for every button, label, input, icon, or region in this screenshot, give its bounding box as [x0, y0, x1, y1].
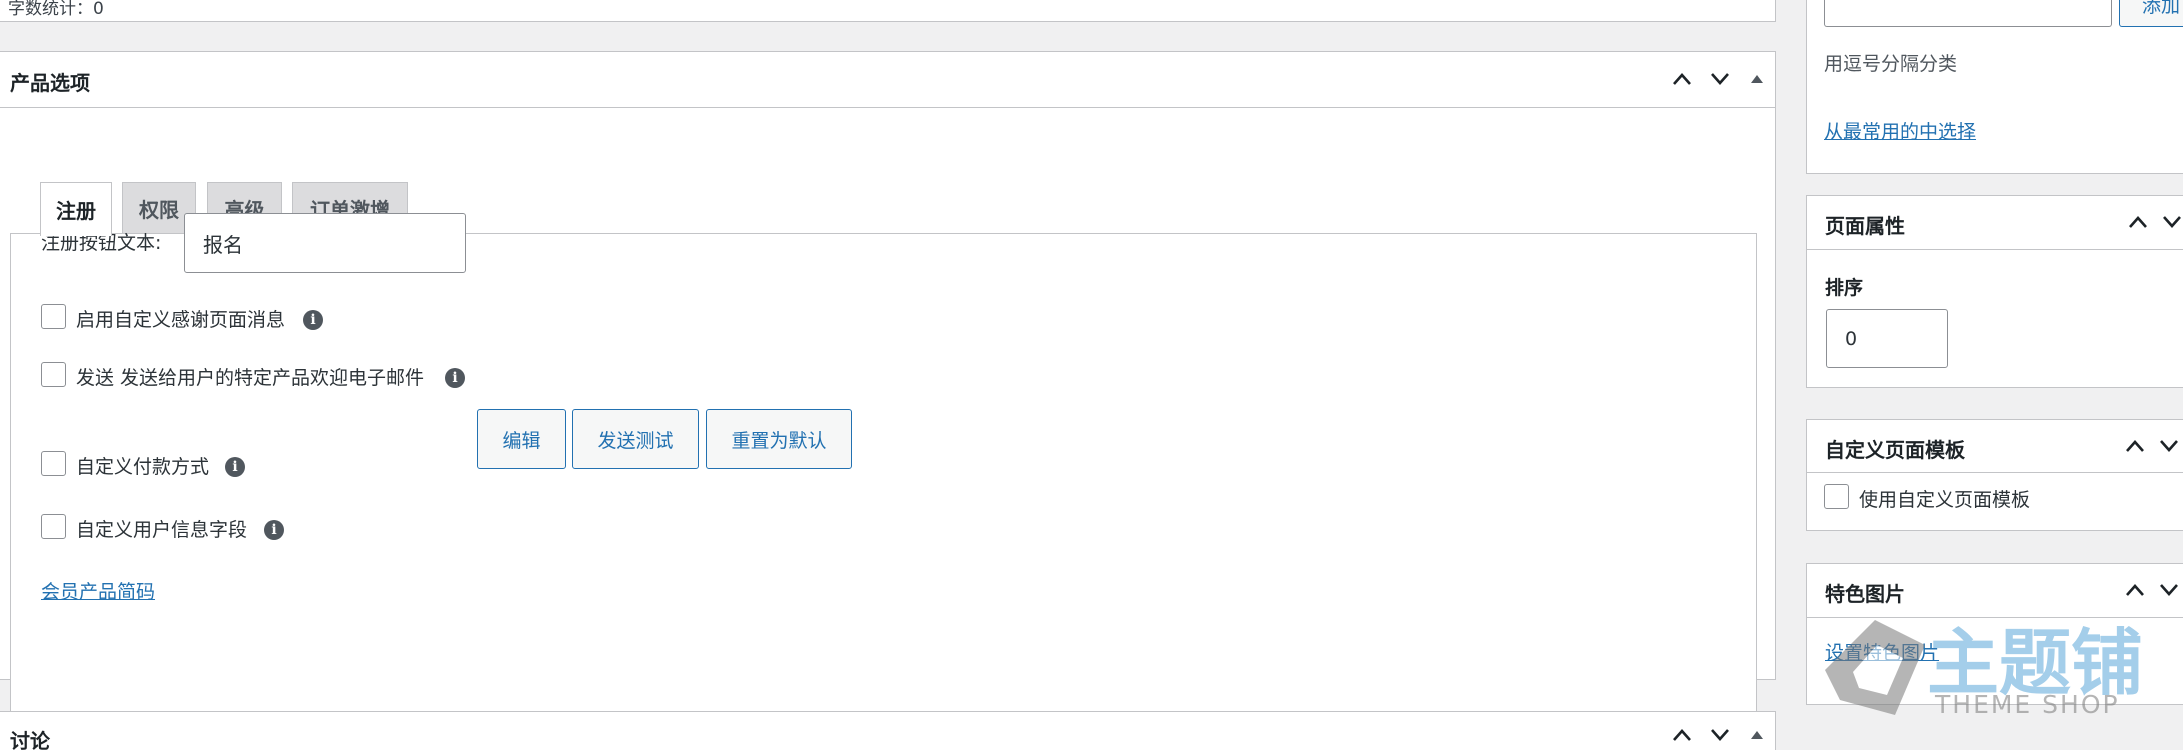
info-icon[interactable]: i: [264, 520, 284, 540]
info-icon[interactable]: i: [225, 457, 245, 477]
move-up-icon[interactable]: [2120, 575, 2150, 605]
set-featured-image-link[interactable]: 设置特色图片: [1825, 638, 1939, 665]
reset-default-button[interactable]: 重置为默认: [706, 409, 852, 469]
add-tag-button[interactable]: 添加: [2119, 0, 2183, 27]
featured-image-header: 特色图片: [1807, 564, 2183, 618]
move-down-icon[interactable]: [1705, 64, 1735, 94]
custom-user-fields-label: 自定义用户信息字段: [76, 519, 248, 541]
move-down-icon[interactable]: [1705, 720, 1735, 750]
send-test-button[interactable]: 发送测试: [572, 409, 699, 469]
order-label: 排序: [1825, 277, 1864, 299]
product-options-box: 产品选项 注册 权限 高级 订单激增 注册按钮文本: 报名 启用自定义感谢页面消…: [0, 51, 1776, 713]
editor-footer: 字数统计：0: [0, 0, 1776, 22]
page-attributes-box: 页面属性 排序 0: [1806, 195, 2183, 388]
custom-payment-checkbox[interactable]: [41, 451, 66, 476]
move-up-icon[interactable]: [2120, 431, 2150, 461]
thank-you-message-checkbox[interactable]: [41, 304, 66, 329]
info-icon[interactable]: i: [445, 368, 465, 388]
tag-input[interactable]: [1824, 0, 2112, 27]
custom-payment-label: 自定义付款方式: [76, 456, 210, 478]
move-down-icon[interactable]: [2157, 207, 2183, 237]
discussion-title: 讨论: [10, 729, 50, 750]
custom-template-box: 自定义页面模板 使用自定义页面模板: [1806, 419, 2183, 531]
toggle-panel-icon[interactable]: [1742, 64, 1772, 94]
move-down-icon[interactable]: [2154, 431, 2183, 461]
register-button-text-input[interactable]: 报名: [184, 213, 466, 273]
tags-box: 添加 用逗号分隔分类 从最常用的中选择: [1806, 0, 2183, 174]
page-attributes-header: 页面属性: [1807, 196, 2183, 250]
order-input[interactable]: 0: [1826, 309, 1948, 368]
discussion-box: 讨论: [0, 711, 1776, 750]
word-count: 字数统计：0: [8, 0, 104, 19]
featured-image-title: 特色图片: [1825, 582, 1905, 606]
move-down-icon[interactable]: [2154, 575, 2183, 605]
featured-image-box: 特色图片 设置特色图片: [1806, 563, 2183, 705]
thank-you-message-label: 启用自定义感谢页面消息: [76, 309, 286, 331]
custom-template-header: 自定义页面模板: [1807, 420, 2183, 473]
custom-template-label: 使用自定义页面模板: [1859, 489, 2031, 511]
custom-user-fields-checkbox[interactable]: [41, 514, 66, 539]
product-options-header: 产品选项: [0, 52, 1775, 108]
info-icon[interactable]: i: [303, 310, 323, 330]
tab-register[interactable]: 注册: [40, 182, 112, 236]
membership-shortcode-link[interactable]: 会员产品简码: [41, 577, 155, 604]
custom-template-checkbox[interactable]: [1824, 484, 1849, 509]
product-options-title: 产品选项: [10, 71, 90, 95]
move-up-icon[interactable]: [1667, 720, 1697, 750]
move-up-icon[interactable]: [2123, 207, 2153, 237]
tab-label: 权限: [139, 198, 179, 222]
page-attributes-title: 页面属性: [1825, 214, 1905, 238]
choose-common-tags-link[interactable]: 从最常用的中选择: [1824, 117, 1976, 144]
tags-hint: 用逗号分隔分类: [1824, 53, 1958, 75]
move-up-icon[interactable]: [1667, 64, 1697, 94]
welcome-email-checkbox[interactable]: [41, 362, 66, 387]
edit-email-button[interactable]: 编辑: [477, 409, 566, 469]
welcome-email-label: 发送 发送给用户的特定产品欢迎电子邮件: [76, 367, 425, 389]
toggle-panel-icon[interactable]: [1742, 720, 1772, 750]
custom-template-title: 自定义页面模板: [1825, 438, 1965, 462]
tab-label: 注册: [56, 199, 96, 223]
